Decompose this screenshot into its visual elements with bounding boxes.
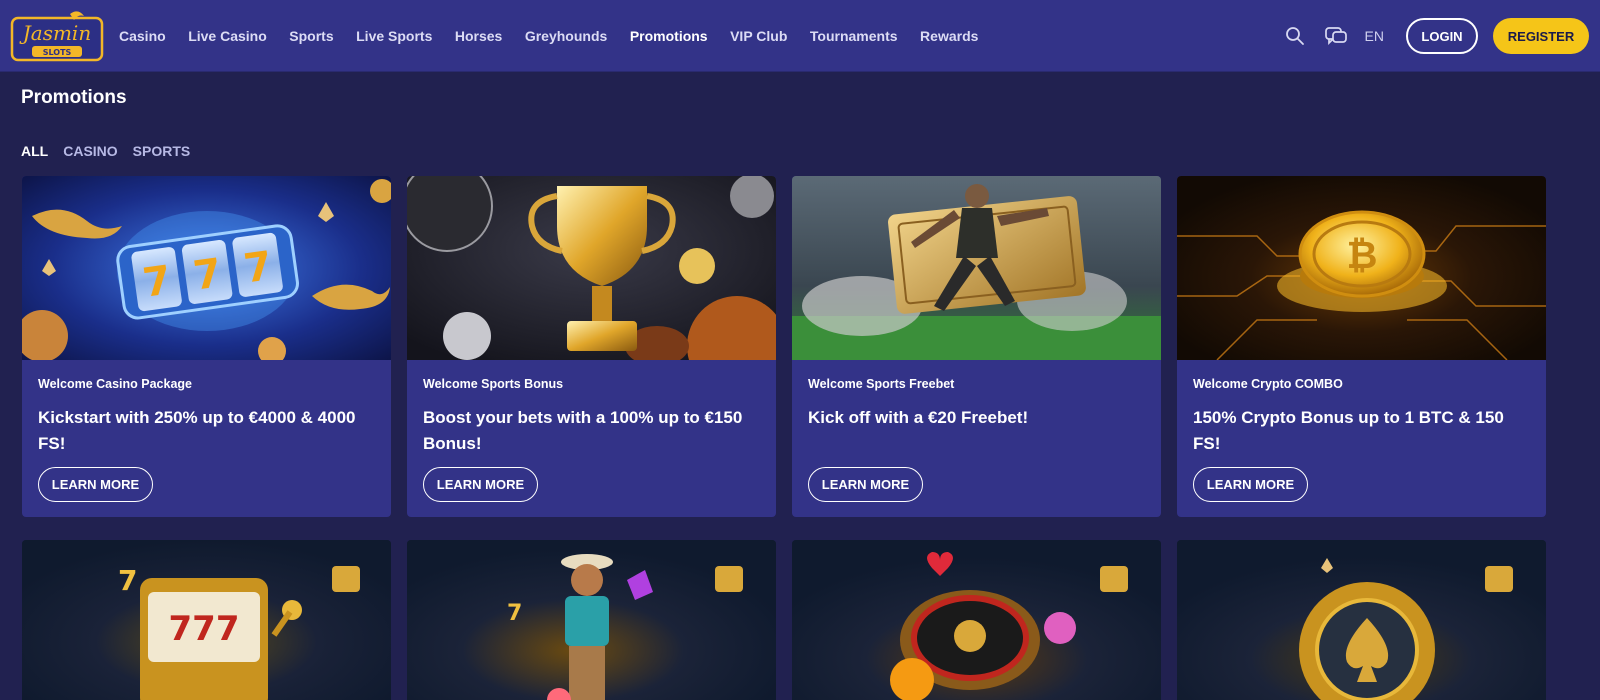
learn-more-button[interactable]: LEARN MORE bbox=[808, 467, 923, 502]
learn-more-button[interactable]: LEARN MORE bbox=[38, 467, 153, 502]
promo-headline: Kickstart with 250% up to €4000 & 4000 F… bbox=[38, 408, 356, 453]
promo-image-roulette bbox=[792, 540, 1161, 700]
promo-headline: Kick off with a €20 Freebet! bbox=[808, 408, 1029, 427]
promo-category: Welcome Crypto COMBO bbox=[1193, 377, 1343, 391]
filter-casino[interactable]: CASINO bbox=[63, 143, 117, 159]
nav-greyhounds[interactable]: Greyhounds bbox=[525, 28, 607, 44]
svg-text:7: 7 bbox=[118, 564, 137, 597]
promo-headline: 150% Crypto Bonus up to 1 BTC & 150 FS! bbox=[1193, 408, 1504, 453]
promo-image-sports bbox=[407, 176, 776, 360]
promo-image-slot-machine: 777 7 bbox=[22, 540, 391, 700]
learn-more-button[interactable]: LEARN MORE bbox=[1193, 467, 1308, 502]
promo-card[interactable]: Welcome Sports Freebet Kick off with a €… bbox=[792, 176, 1161, 517]
promo-image-crypto: ₿ bbox=[1177, 176, 1546, 360]
page-title: Promotions bbox=[21, 87, 127, 108]
filter-sports[interactable]: SPORTS bbox=[133, 143, 191, 159]
nav-live-sports[interactable]: Live Sports bbox=[356, 28, 432, 44]
promo-card[interactable]: 7 bbox=[407, 540, 776, 700]
nav-vip-club[interactable]: VIP Club bbox=[730, 28, 787, 44]
nav-tournaments[interactable]: Tournaments bbox=[810, 28, 898, 44]
main-nav: Casino Live Casino Sports Live Sports Ho… bbox=[119, 0, 1001, 72]
register-button[interactable]: REGISTER bbox=[1493, 18, 1589, 54]
learn-more-button[interactable]: LEARN MORE bbox=[423, 467, 538, 502]
promo-category: Welcome Casino Package bbox=[38, 377, 193, 391]
promo-card[interactable] bbox=[792, 540, 1161, 700]
nav-live-casino[interactable]: Live Casino bbox=[188, 28, 267, 44]
nav-sports[interactable]: Sports bbox=[289, 28, 333, 44]
nav-rewards[interactable]: Rewards bbox=[920, 28, 978, 44]
promo-image-casino: 7 7 7 bbox=[22, 176, 391, 360]
top-header: Jasmin SLOTS Casino Live Casino Sports L… bbox=[0, 0, 1600, 72]
promo-image-cowboy: 7 bbox=[407, 540, 776, 700]
promo-filter-tabs: ALL CASINO SPORTS bbox=[21, 143, 205, 159]
language-selector[interactable]: EN bbox=[1365, 28, 1384, 44]
promo-card[interactable]: Welcome Sports Bonus Boost your bets wit… bbox=[407, 176, 776, 517]
promo-image-poker-chip bbox=[1177, 540, 1546, 700]
svg-text:Jasmin: Jasmin bbox=[19, 21, 91, 45]
svg-text:7: 7 bbox=[507, 601, 522, 626]
promo-image-freebet bbox=[792, 176, 1161, 360]
chat-icon[interactable] bbox=[1324, 24, 1348, 48]
promo-category: Welcome Sports Freebet bbox=[808, 377, 955, 391]
promo-card[interactable] bbox=[1177, 540, 1546, 700]
brand-logo[interactable]: Jasmin SLOTS bbox=[10, 10, 104, 62]
nav-casino[interactable]: Casino bbox=[119, 28, 166, 44]
svg-text:₿: ₿ bbox=[1347, 233, 1378, 277]
svg-text:777: 777 bbox=[169, 609, 240, 649]
promo-headline: Boost your bets with a 100% up to €150 B… bbox=[423, 408, 743, 453]
login-button[interactable]: LOGIN bbox=[1406, 18, 1478, 54]
header-actions: EN LOGIN REGISTER bbox=[1283, 17, 1589, 55]
promo-card[interactable]: 777 7 bbox=[22, 540, 391, 700]
nav-promotions[interactable]: Promotions bbox=[630, 28, 708, 44]
promo-card[interactable]: 7 7 7 Welcome Casino Package Kickstart w… bbox=[22, 176, 391, 517]
promo-card[interactable]: ₿ Welcome Crypto COMBO 150% Crypto Bonus… bbox=[1177, 176, 1546, 517]
nav-horses[interactable]: Horses bbox=[455, 28, 502, 44]
svg-text:SLOTS: SLOTS bbox=[43, 48, 72, 57]
search-icon[interactable] bbox=[1283, 24, 1307, 48]
promo-category: Welcome Sports Bonus bbox=[423, 377, 564, 391]
filter-all[interactable]: ALL bbox=[21, 143, 48, 159]
